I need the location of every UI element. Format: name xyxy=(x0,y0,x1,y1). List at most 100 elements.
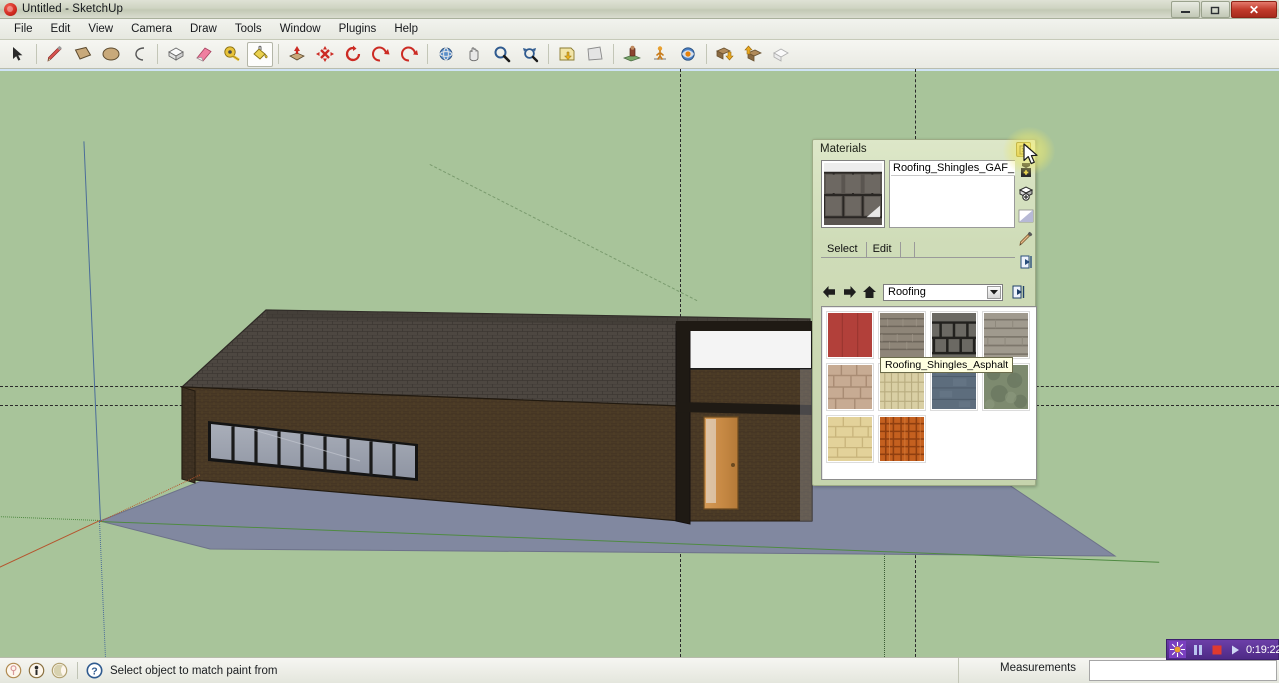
tape-measure-tool[interactable] xyxy=(219,42,245,67)
share-model-tool[interactable] xyxy=(740,42,766,67)
menu-draw[interactable]: Draw xyxy=(181,21,226,37)
details-arrow-icon[interactable] xyxy=(1017,253,1035,271)
material-swatch[interactable] xyxy=(826,363,874,411)
share-component-tool[interactable] xyxy=(768,42,794,67)
menu-camera[interactable]: Camera xyxy=(122,21,181,37)
measurements-label: Measurements xyxy=(1000,662,1077,674)
menu-help[interactable]: Help xyxy=(385,21,427,37)
toolbar-separator xyxy=(427,44,428,64)
material-tooltip: Roofing_Shingles_Asphalt xyxy=(880,357,1014,373)
next-view-tool[interactable] xyxy=(582,42,608,67)
measurements-input[interactable] xyxy=(1089,660,1277,681)
material-swatch[interactable] xyxy=(826,415,874,463)
opacity-swatch-icon[interactable] xyxy=(1017,207,1035,225)
forward-arrow-icon[interactable] xyxy=(841,284,857,300)
screen-recorder-overlay[interactable]: 0:19:22 xyxy=(1166,639,1279,660)
select-tool[interactable] xyxy=(5,42,31,67)
building-model xyxy=(98,309,1117,557)
play-icon[interactable] xyxy=(1229,641,1241,659)
window-titlebar: Untitled - SketchUp ✕ xyxy=(0,0,1279,19)
recorder-burst-icon xyxy=(1169,641,1186,659)
toolbar-separator xyxy=(548,44,549,64)
tab-select[interactable]: Select xyxy=(821,242,867,257)
toolbar-separator xyxy=(613,44,614,64)
help-question-icon[interactable]: ? xyxy=(86,662,104,680)
chevron-down-icon[interactable] xyxy=(987,285,1001,299)
solar-north-icon[interactable] xyxy=(51,662,69,680)
material-library-value: Roofing xyxy=(888,286,926,298)
menu-tools[interactable]: Tools xyxy=(226,21,271,37)
push-pull-tool[interactable] xyxy=(284,42,310,67)
sketchup-window: Untitled - SketchUp ✕ File Edit View Cam… xyxy=(0,0,1279,683)
material-preview-row: Roofing_Shingles_GAF_E xyxy=(817,158,1034,269)
stop-icon[interactable] xyxy=(1210,641,1224,659)
materials-dialog-title: Materials xyxy=(820,143,867,155)
toolbar-separator xyxy=(157,44,158,64)
pan-tool[interactable] xyxy=(461,42,487,67)
toolbar-separator xyxy=(278,44,279,64)
materials-dialog-titlebar[interactable]: Materials xyxy=(813,140,1035,158)
paint-bucket-tool[interactable] xyxy=(247,41,273,67)
material-swatch[interactable] xyxy=(878,415,926,463)
menu-window[interactable]: Window xyxy=(271,21,330,37)
material-swatch[interactable] xyxy=(930,311,978,359)
materials-close-button[interactable] xyxy=(1016,142,1031,157)
recorder-time: 0:19:22 xyxy=(1246,643,1279,656)
material-swatch-grid-panel[interactable]: Roofing_Shingles_Asphalt xyxy=(821,306,1037,480)
walk-tool[interactable] xyxy=(647,42,673,67)
main-toolbar xyxy=(0,40,1279,69)
line-tool[interactable] xyxy=(42,42,68,67)
minimize-button[interactable] xyxy=(1171,1,1200,18)
statusbar-divider xyxy=(958,658,959,683)
scale-tool[interactable] xyxy=(368,42,394,67)
position-camera-tool[interactable] xyxy=(619,42,645,67)
restore-button[interactable] xyxy=(1201,1,1230,18)
material-swatch[interactable] xyxy=(826,311,874,359)
details-flyout-icon[interactable] xyxy=(1010,284,1026,300)
materials-dialog-body: Roofing_Shingles_GAF_E Select Edit Roofi… xyxy=(817,158,1037,483)
circle-tool[interactable] xyxy=(98,42,124,67)
statusbar-separator xyxy=(77,662,78,679)
pause-icon[interactable] xyxy=(1191,641,1205,659)
sketchup-logo-icon xyxy=(4,2,17,16)
move-tool[interactable] xyxy=(312,42,338,67)
eyedropper-icon[interactable] xyxy=(1017,230,1035,248)
materials-side-toolbar xyxy=(1017,158,1035,288)
close-button[interactable]: ✕ xyxy=(1231,1,1277,18)
orbit-tool[interactable] xyxy=(433,42,459,67)
menu-file[interactable]: File xyxy=(5,21,42,37)
material-name-input[interactable]: Roofing_Shingles_GAF_E xyxy=(891,161,1015,176)
eraser-tool[interactable] xyxy=(191,42,217,67)
menubar: File Edit View Camera Draw Tools Window … xyxy=(0,19,1279,40)
svg-text:?: ? xyxy=(91,665,97,677)
material-library-select[interactable]: Roofing xyxy=(883,283,1003,301)
zoom-tool[interactable] xyxy=(489,42,515,67)
home-icon[interactable] xyxy=(861,284,877,300)
make-component-tool[interactable] xyxy=(163,42,189,67)
follow-me-tool[interactable] xyxy=(396,42,422,67)
materials-dialog[interactable]: Materials Roofing_Shingles_GAF_E Select … xyxy=(812,139,1037,486)
arc-tool[interactable] xyxy=(126,42,152,67)
back-arrow-icon[interactable] xyxy=(821,284,837,300)
materials-tabs: Select Edit xyxy=(821,240,1015,258)
rotate-tool[interactable] xyxy=(340,42,366,67)
menu-view[interactable]: View xyxy=(79,21,122,37)
get-models-tool[interactable] xyxy=(712,42,738,67)
selected-material-preview[interactable] xyxy=(821,160,885,228)
look-around-tool[interactable] xyxy=(675,42,701,67)
status-bar: ? Select object to match paint from Meas… xyxy=(0,657,1279,683)
previous-view-tool[interactable] xyxy=(554,42,580,67)
sample-paint-icon[interactable] xyxy=(1017,184,1035,202)
material-swatch[interactable] xyxy=(878,311,926,359)
menu-edit[interactable]: Edit xyxy=(42,21,80,37)
menu-plugins[interactable]: Plugins xyxy=(330,21,386,37)
zoom-extents-tool[interactable] xyxy=(517,42,543,67)
tab-edit[interactable]: Edit xyxy=(867,242,901,257)
material-swatch[interactable] xyxy=(982,311,1030,359)
create-material-icon[interactable] xyxy=(1017,161,1035,179)
material-swatch-grid xyxy=(822,307,1036,463)
credits-icon[interactable] xyxy=(28,662,46,680)
rectangle-tool[interactable] xyxy=(70,42,96,67)
model-viewport[interactable] xyxy=(0,69,1279,657)
geo-location-icon[interactable] xyxy=(5,662,23,680)
